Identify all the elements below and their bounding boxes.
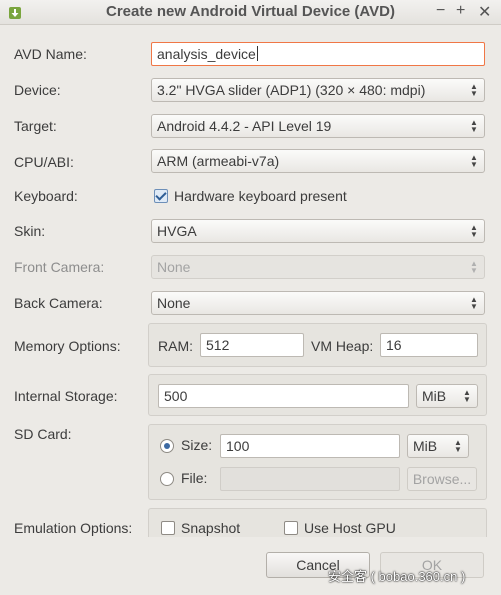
sd-file-label[interactable]: File: [181,470,207,486]
back-camera-value: None [157,295,191,311]
internal-storage-group: 500 MiB ▲ ▼ [148,374,487,416]
updown-arrows-icon: ▲ ▼ [463,388,471,404]
front-camera-value: None [157,259,191,275]
sd-card-group: Size: 100 MiB ▲ ▼ File: Browse... [148,424,487,500]
browse-button: Browse... [407,467,477,491]
sd-size-radio[interactable] [160,439,174,453]
avd-name-label: AVD Name: [14,46,87,62]
internal-storage-label: Internal Storage: [14,388,118,404]
keyboard-label: Keyboard: [14,188,78,204]
cpu-abi-value: ARM (armeabi-v7a) [157,153,280,169]
updown-arrows-icon: ▲ ▼ [470,223,478,239]
vm-heap-label: VM Heap: [311,338,374,354]
sd-card-label: SD Card: [14,426,72,442]
ram-label: RAM: [158,338,193,354]
skin-select[interactable]: HVGA ▲ ▼ [151,219,485,243]
sd-size-unit-select[interactable]: MiB ▲ ▼ [407,434,469,458]
vm-heap-input[interactable]: 16 [380,333,478,357]
avd-name-value: analysis_device [157,46,256,62]
hardware-keyboard-label[interactable]: Hardware keyboard present [174,188,347,204]
front-camera-label: Front Camera: [14,259,105,275]
watermark-text: 安全客 ( bobao.360.cn ) [328,569,466,584]
snapshot-label[interactable]: Snapshot [181,520,240,536]
target-value: Android 4.4.2 - API Level 19 [157,118,332,134]
ram-input[interactable]: 512 [200,333,304,357]
window-title: Create new Android Virtual Device (AVD) [106,3,395,20]
memory-options-group: RAM: 512 VM Heap: 16 [148,323,487,367]
use-host-gpu-checkbox[interactable] [284,521,298,535]
internal-storage-unit-value: MiB [422,388,447,404]
snapshot-checkbox[interactable] [161,521,175,535]
device-select[interactable]: 3.2" HVGA slider (ADP1) (320 × 480: mdpi… [151,78,485,102]
internal-storage-unit-select[interactable]: MiB ▲ ▼ [416,384,478,408]
sd-size-input[interactable]: 100 [220,434,400,458]
target-select[interactable]: Android 4.4.2 - API Level 19 ▲ ▼ [151,114,485,138]
updown-arrows-icon: ▲ ▼ [470,82,478,98]
sd-size-unit-value: MiB [413,438,438,454]
updown-arrows-icon: ▲ ▼ [470,259,478,275]
text-caret [256,46,258,61]
emulation-options-group: Snapshot Use Host GPU [148,508,487,537]
sd-file-radio[interactable] [160,472,174,486]
back-camera-select[interactable]: None ▲ ▼ [151,291,485,315]
maximize-icon[interactable]: + [456,2,465,20]
memory-options-label: Memory Options: [14,338,121,354]
updown-arrows-icon: ▲ ▼ [470,153,478,169]
sd-file-input [220,467,400,491]
cpu-abi-label: CPU/ABI: [14,154,74,170]
hardware-keyboard-checkbox[interactable] [154,189,168,203]
avd-name-input[interactable]: analysis_device [151,42,485,66]
updown-arrows-icon: ▲ ▼ [470,295,478,311]
title-bar[interactable]: Create new Android Virtual Device (AVD) … [0,0,501,25]
updown-arrows-icon: ▲ ▼ [470,118,478,134]
emulation-options-label: Emulation Options: [14,520,133,536]
device-label: Device: [14,82,61,98]
skin-label: Skin: [14,223,46,239]
close-icon[interactable]: ✕ [478,2,491,22]
front-camera-select: None ▲ ▼ [151,255,485,279]
device-value: 3.2" HVGA slider (ADP1) (320 × 480: mdpi… [157,82,426,98]
use-host-gpu-label[interactable]: Use Host GPU [304,520,396,536]
minimize-icon[interactable]: − [436,2,445,20]
cpu-abi-select[interactable]: ARM (armeabi-v7a) ▲ ▼ [151,149,485,173]
updown-arrows-icon: ▲ ▼ [454,438,462,454]
back-camera-label: Back Camera: [14,295,103,311]
internal-storage-input[interactable]: 500 [158,384,409,408]
skin-value: HVGA [157,223,197,239]
target-label: Target: [14,118,57,134]
sd-size-label[interactable]: Size: [181,437,212,453]
